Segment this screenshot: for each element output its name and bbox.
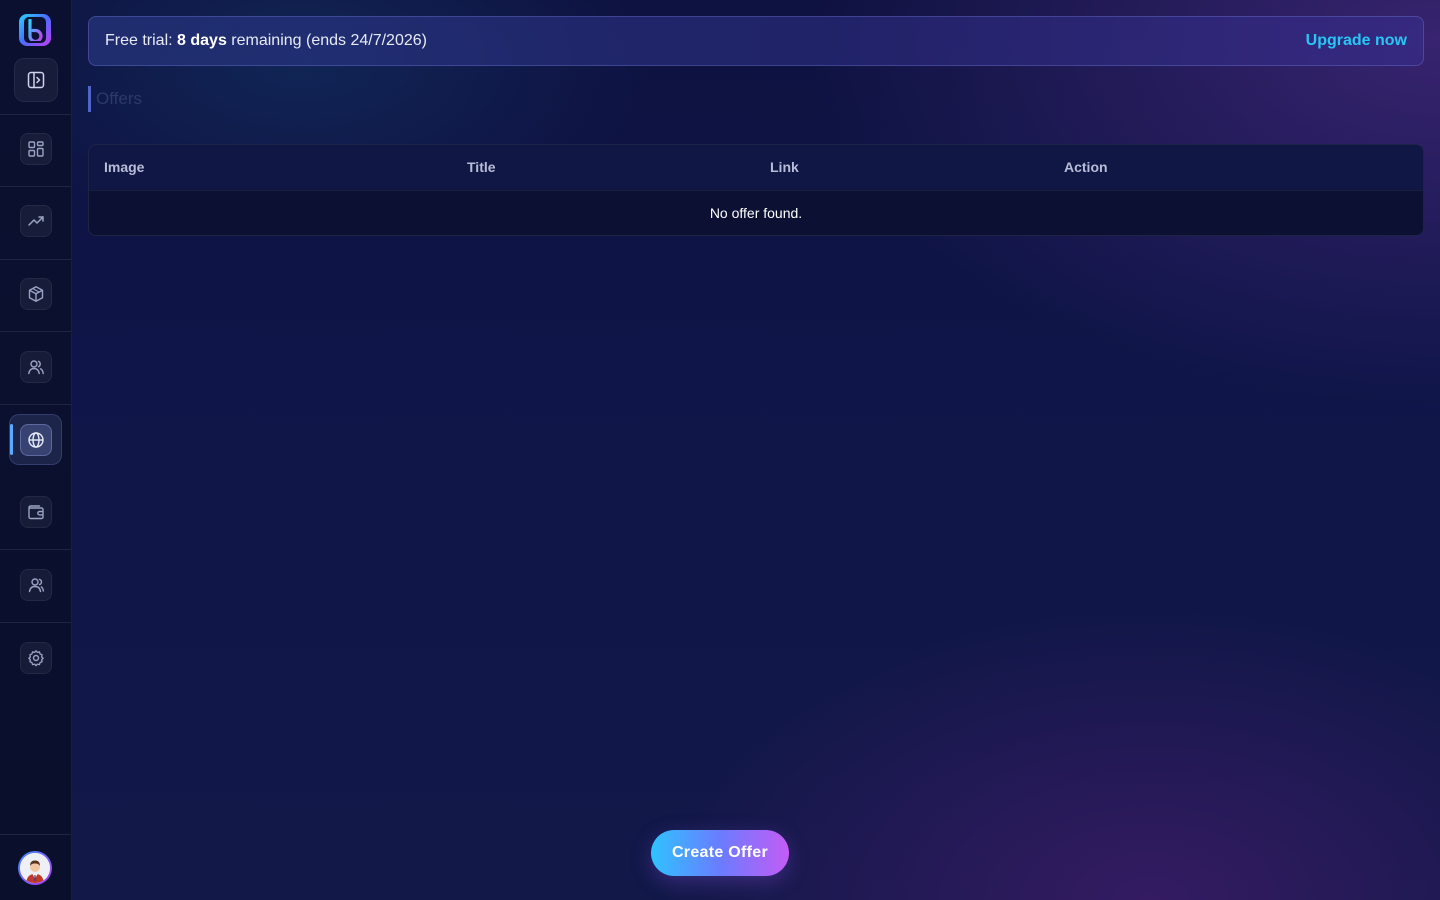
sidebar-item-team[interactable] bbox=[20, 569, 52, 601]
avatar-picture bbox=[20, 853, 50, 883]
dashboard-icon bbox=[28, 141, 44, 157]
trial-message: Free trial: 8 days remaining (ends 24/7/… bbox=[105, 32, 427, 50]
upgrade-now-link[interactable]: Upgrade now bbox=[1306, 32, 1407, 50]
column-header-action[interactable]: Action bbox=[1064, 145, 1108, 190]
wallet-icon bbox=[28, 505, 44, 520]
sidebar-divider bbox=[0, 259, 71, 260]
avatar-person-icon bbox=[20, 853, 50, 883]
user-avatar[interactable] bbox=[18, 851, 52, 885]
sidebar-divider bbox=[0, 622, 71, 623]
sidebar-toggle-button[interactable] bbox=[14, 58, 58, 102]
table-header: Image Title Link Action bbox=[89, 145, 1423, 190]
table-empty-row: No offer found. bbox=[89, 190, 1423, 235]
sidebar-divider bbox=[0, 114, 71, 115]
trial-prefix: Free trial: bbox=[105, 32, 173, 49]
sidebar-item-settings[interactable] bbox=[20, 642, 52, 674]
page-title: Offers bbox=[88, 86, 142, 112]
trending-up-icon bbox=[28, 216, 44, 226]
sidebar bbox=[0, 0, 72, 900]
sidebar-toggle-icon bbox=[27, 71, 45, 89]
app-logo[interactable] bbox=[19, 14, 51, 46]
offers-table: Image Title Link Action No offer found. bbox=[88, 144, 1424, 236]
column-header-link[interactable]: Link bbox=[770, 145, 799, 190]
sidebar-item-users[interactable] bbox=[20, 351, 52, 383]
empty-state-message: No offer found. bbox=[709, 205, 803, 221]
sidebar-divider bbox=[0, 404, 71, 405]
sidebar-divider bbox=[0, 834, 71, 835]
box-icon bbox=[28, 286, 44, 302]
logo-mark bbox=[24, 17, 46, 43]
sidebar-item-analytics[interactable] bbox=[20, 205, 52, 237]
sidebar-divider bbox=[0, 331, 71, 332]
create-offer-button[interactable]: Create Offer bbox=[651, 830, 789, 876]
globe-icon bbox=[28, 432, 44, 448]
trial-suffix: remaining (ends 24/7/2026) bbox=[231, 32, 427, 49]
sidebar-divider bbox=[0, 549, 71, 550]
users-icon bbox=[28, 360, 44, 375]
sidebar-item-wallet[interactable] bbox=[20, 496, 52, 528]
active-indicator bbox=[10, 424, 13, 455]
gear-icon bbox=[28, 650, 44, 667]
sidebar-item-products[interactable] bbox=[20, 278, 52, 310]
logo-b-icon bbox=[28, 19, 43, 41]
trial-banner: Free trial: 8 days remaining (ends 24/7/… bbox=[88, 16, 1424, 66]
sidebar-item-offers[interactable] bbox=[20, 424, 52, 456]
team-icon bbox=[28, 578, 44, 593]
column-header-image[interactable]: Image bbox=[104, 145, 144, 190]
column-header-title[interactable]: Title bbox=[467, 145, 496, 190]
trial-days: 8 days bbox=[177, 32, 227, 49]
sidebar-divider bbox=[0, 186, 71, 187]
sidebar-item-dashboard[interactable] bbox=[20, 133, 52, 165]
